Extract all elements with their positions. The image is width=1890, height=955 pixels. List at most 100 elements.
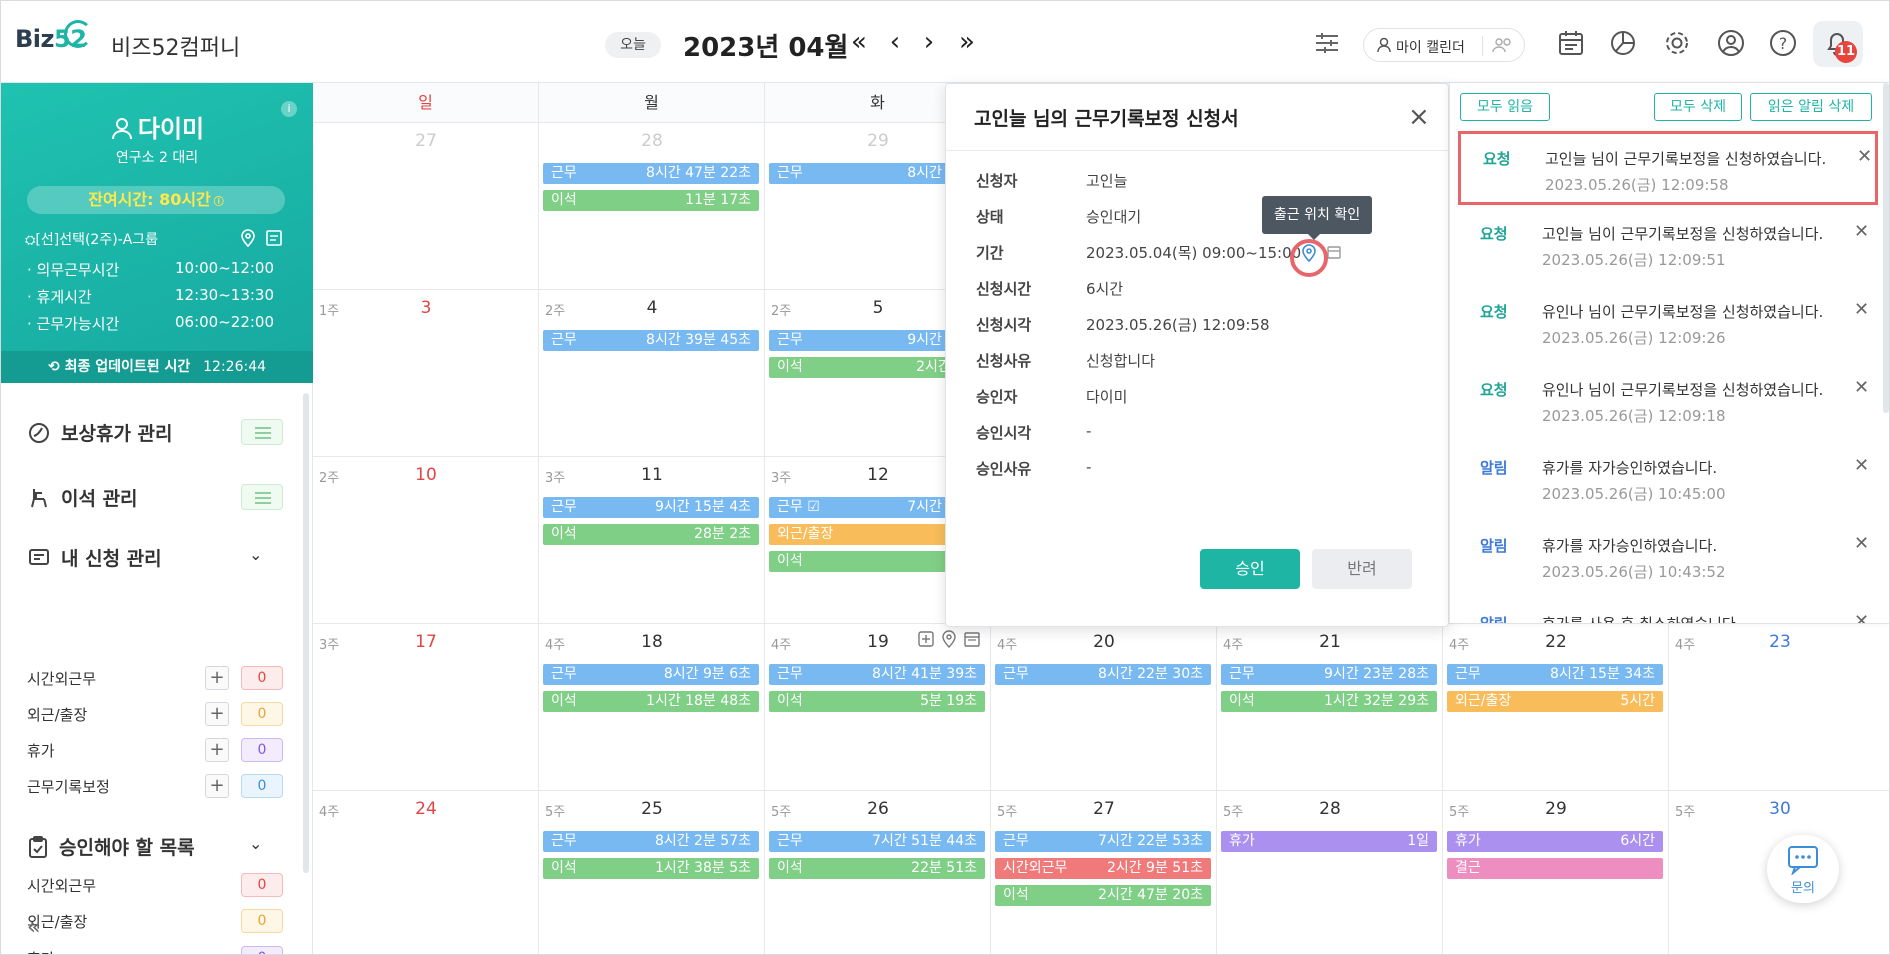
day-cell[interactable]: 4주 24 [313,791,539,954]
day-cell[interactable]: 3주 17 [313,624,539,791]
reject-button[interactable]: 반려 [1312,549,1412,589]
close-icon[interactable]: ✕ [1854,377,1869,398]
event-bar-trip[interactable]: 외근/출장 5시간 [1447,691,1663,712]
help-icon[interactable]: ? [1765,25,1801,61]
comp-leave-list-button[interactable] [241,419,283,445]
add-vacation-button[interactable]: + [205,738,229,762]
notification-item[interactable]: 요청 고인늘 님이 근무기록보정을 신청하였습니다. 2023.05.26(금) 1… [1458,209,1878,283]
gear-icon[interactable] [1659,25,1695,61]
event-bar-vac[interactable]: 휴가 6시간 [1447,831,1663,852]
correction-count[interactable]: 0 [241,774,283,798]
filter-settings-icon[interactable] [1309,25,1345,61]
event-bar-away[interactable]: 이석 5분 19초 [769,691,985,712]
day-cell[interactable]: 28 근무 8시간 47분 22초 이석 11분 17초 [539,123,765,290]
next-month-button[interactable]: › [915,27,943,57]
add-overtime-button[interactable]: + [205,666,229,690]
event-bar-work[interactable]: 근무 8시간 41분 39초 [769,664,985,685]
calendar-icon[interactable] [1326,244,1342,260]
approve-overtime[interactable]: 시간외근무 [27,875,96,896]
event-bar-work[interactable]: 근무 8시간 47분 22초 [543,163,759,184]
my-requests-section[interactable]: 내 신청 관리 [27,544,162,571]
event-bar-away[interactable]: 이석 2시간 47분 20초 [995,885,1211,906]
inquiry-chat-button[interactable]: 문의 [1767,835,1839,903]
chevron-down-icon[interactable]: ⌄ [249,545,262,564]
close-icon[interactable]: ✕ [1854,533,1869,554]
close-icon[interactable]: × [1408,104,1430,130]
event-bar-work[interactable]: 근무 7시간 51분 44초 [769,831,985,852]
event-bar-work[interactable]: 근무 8시간 15분 34초 [1447,664,1663,685]
away-list-button[interactable] [241,484,283,510]
day-cell[interactable]: 5주 29 휴가 6시간 결근 [1443,791,1669,954]
close-icon[interactable]: ✕ [1854,221,1869,242]
remaining-info-icon[interactable]: ⓘ [214,197,224,208]
approve-vacation[interactable]: 휴가 [27,948,55,954]
event-bar-work[interactable]: 근무 9시간 23분 28초 [1221,664,1437,685]
event-bar-vac[interactable]: 휴가 1일 [1221,831,1437,852]
day-cell[interactable]: 3주 11 근무 9시간 15분 4초 이석 28분 2초 [539,457,765,624]
read-all-button[interactable]: 모두 읽음 [1460,93,1550,121]
add-trip-button[interactable]: + [205,702,229,726]
approve-overtime-count[interactable]: 0 [241,873,283,897]
event-bar-work[interactable]: 근무 7시간 22분 53초 [995,831,1211,852]
my-request-overtime[interactable]: 시간외근무 [27,668,96,689]
to-approve-section[interactable]: 승인해야 할 목록 [27,833,195,860]
event-bar-away[interactable]: 이석 1시간 32분 29초 [1221,691,1437,712]
event-bar-away[interactable]: 이석 1시간 38분 5초 [543,858,759,879]
delete-all-button[interactable]: 모두 삭제 [1654,93,1742,121]
event-bar-abs[interactable]: 결근 [1447,858,1663,879]
notification-item[interactable]: 알림 휴가를 자가승인하였습니다. 2023.05.26(금) 10:45:00 ✕ [1458,443,1878,517]
day-cell[interactable]: 5주 25 근무 8시간 2분 57초 이석 1시간 38분 5초 [539,791,765,954]
trip-count[interactable]: 0 [241,702,283,726]
away-menu[interactable]: 이석 관리 [27,484,138,511]
last-updated-bar[interactable]: ⟲ 최종 업데이트된 시간 12:26:44 [1,351,313,383]
day-cell[interactable]: 2주 4 근무 8시간 39분 45초 [539,290,765,457]
notification-item[interactable]: 요청 고인늘 님이 근무기록보정을 신청하였습니다. 2023.05.26(금) 1… [1458,131,1878,205]
chevron-down-icon[interactable]: ⌄ [249,834,262,853]
event-bar-away[interactable]: 이석 22분 51초 [769,858,985,879]
add-correction-button[interactable]: + [205,774,229,798]
delete-read-button[interactable]: 읽은 알림 삭제 [1750,93,1872,121]
location-pin-icon[interactable] [940,630,958,648]
prev-month-button[interactable]: ‹ [881,27,909,57]
close-icon[interactable]: ✕ [1857,146,1872,167]
event-bar-work[interactable]: 근무 8시간 2분 57초 [543,831,759,852]
comp-leave-menu[interactable]: 보상휴가 관리 [27,419,173,446]
close-icon[interactable]: ✕ [1854,611,1869,623]
day-cell[interactable]: 5주 27 근무 7시간 22분 53초 시간외근무 2시간 9분 51초 이석 2시간 47… [991,791,1217,954]
day-cell[interactable]: 4주 20 근무 8시간 22분 30초 [991,624,1217,791]
memo-icon[interactable] [265,229,283,247]
day-cell[interactable]: 1주 3 [313,290,539,457]
notification-item[interactable]: 요청 유인나 님이 근무기록보정을 신청하였습니다. 2023.05.26(금) 1… [1458,365,1878,439]
today-button[interactable]: 오늘 [605,32,661,58]
approve-button[interactable]: 승인 [1200,549,1300,589]
event-bar-away[interactable]: 이석 11분 17초 [543,190,759,211]
approve-vacation-count[interactable]: 0 [241,946,283,954]
close-icon[interactable]: ✕ [1854,455,1869,476]
overtime-count[interactable]: 0 [241,666,283,690]
first-month-button[interactable]: « [845,27,873,57]
sidebar-scrollbar[interactable] [303,393,309,873]
event-bar-work[interactable]: 근무 9시간 15분 4초 [543,497,759,518]
last-month-button[interactable]: » [953,27,981,57]
event-bar-work[interactable]: 근무 8시간 22분 30초 [995,664,1211,685]
day-cell[interactable]: 4주 21 근무 9시간 23분 28초 이석 1시간 32분 29초 [1217,624,1443,791]
day-cell[interactable]: 4주 18 근무 8시간 9분 6초 이석 1시간 18분 48초 [539,624,765,791]
memo-icon[interactable] [963,630,981,648]
statistics-pie-icon[interactable] [1605,25,1641,61]
event-bar-away[interactable]: 이석 1시간 18분 48초 [543,691,759,712]
day-cell[interactable]: 4주 22 근무 8시간 15분 34초 외근/출장 5시간 [1443,624,1669,791]
day-cell[interactable]: 27 [313,123,539,290]
vacation-count[interactable]: 0 [241,738,283,762]
day-cell[interactable]: 5주 28 휴가 1일 [1217,791,1443,954]
my-calendar-toggle[interactable]: 마이 캘린더 [1363,28,1525,62]
event-bar-work[interactable]: 근무 8시간 9분 6초 [543,664,759,685]
notification-item[interactable]: 알림 휴가를 자가승인하였습니다. 2023.05.26(금) 10:43:52 ✕ [1458,521,1878,595]
day-cell[interactable]: 4주 19 근무 8시간 41분 39초 이석 5분 19초 [765,624,991,791]
profile-info-icon[interactable]: i [281,101,297,117]
my-request-trip[interactable]: 외근/출장 [27,704,87,725]
day-cell[interactable]: 2주 10 [313,457,539,624]
approve-trip-count[interactable]: 0 [241,909,283,933]
add-request-icon[interactable] [917,630,935,648]
event-bar-away[interactable]: 이석 28분 2초 [543,524,759,545]
my-request-vacation[interactable]: 휴가 [27,740,55,761]
